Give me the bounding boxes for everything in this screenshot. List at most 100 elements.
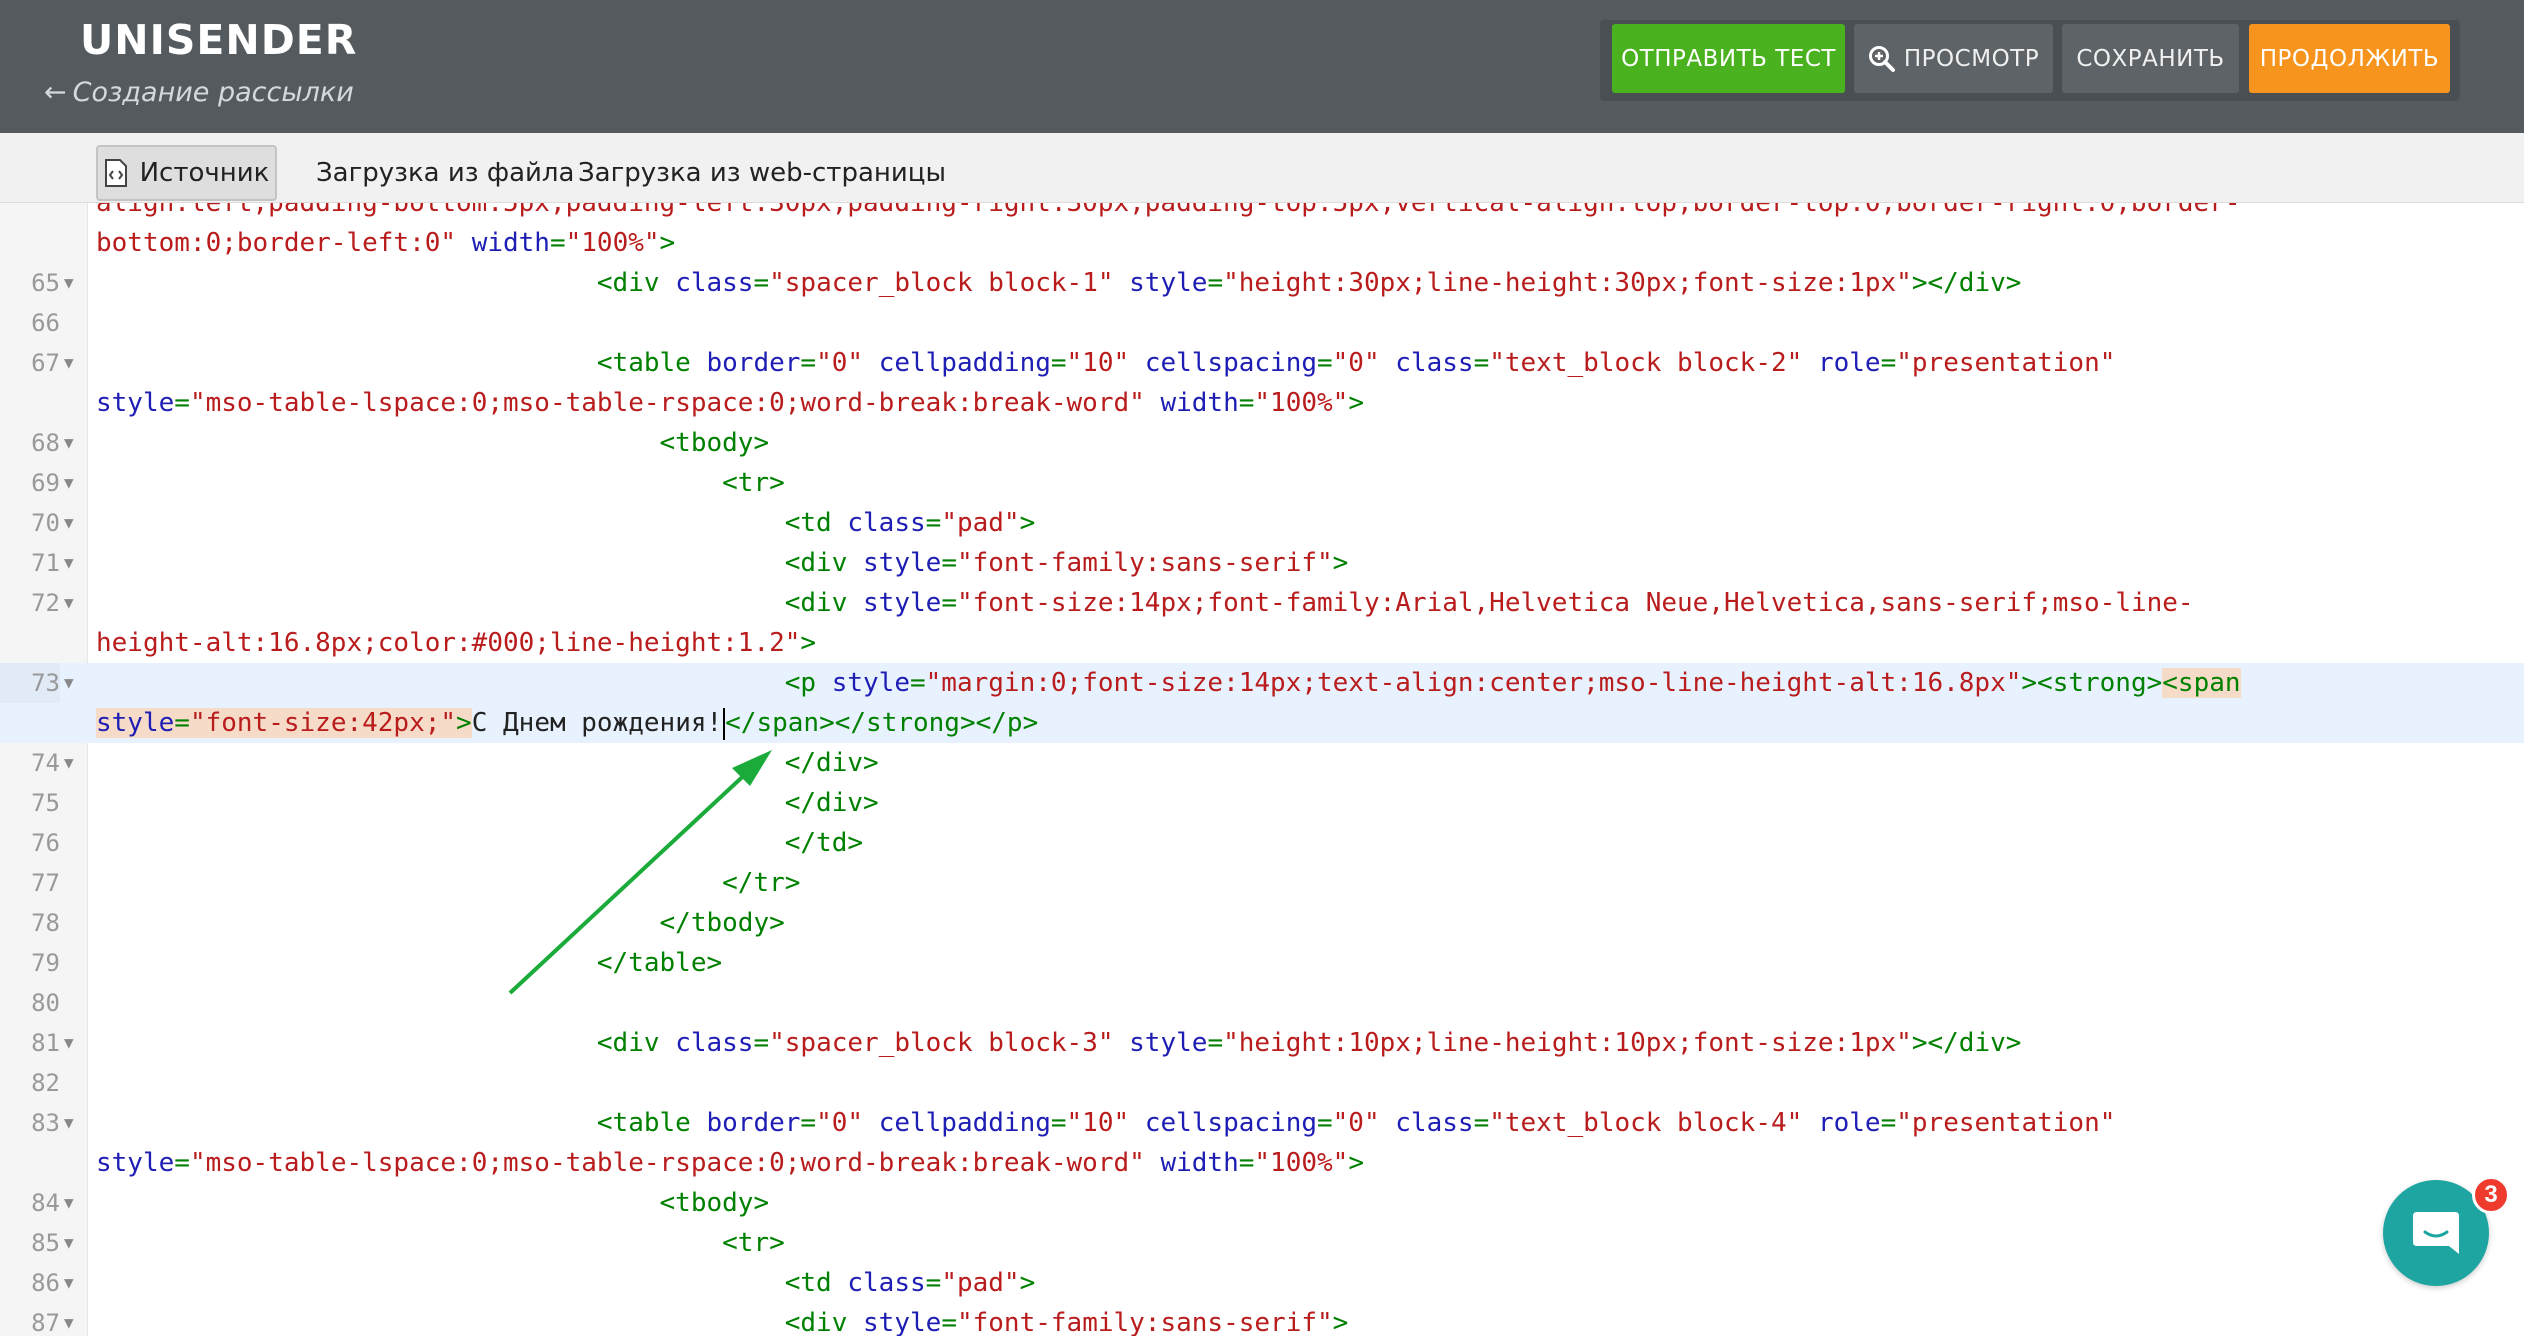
app-header: UNISENDER ← Создание рассылки ОТПРАВИТЬ Т… <box>0 0 2524 133</box>
line-number: 67 <box>31 349 60 377</box>
line-number: 86 <box>31 1269 60 1297</box>
code-line[interactable]: 83 ▼ <table border="0" cellpadding="10" c… <box>0 1103 2524 1143</box>
code-text: style="font-size:42px;">С Днем рождения!… <box>96 707 1039 740</box>
code-text: align:left;padding-bottom:5px;padding-le… <box>96 203 2241 218</box>
code-text: <table border="0" cellpadding="10" cells… <box>596 348 2116 378</box>
code-line[interactable]: 86 ▼ <td class="pad"> <box>0 1263 2524 1303</box>
fold-toggle-icon[interactable]: ▼ <box>64 663 74 703</box>
line-number: 73 <box>0 663 60 703</box>
code-text: style="mso-table-lspace:0;mso-table-rspa… <box>96 388 1364 418</box>
code-line[interactable]: 75 </div> <box>0 783 2524 823</box>
code-line[interactable]: 74 ▼ </div> <box>0 743 2524 783</box>
line-number: 80 <box>31 989 60 1017</box>
code-line[interactable]: 81 ▼ <div class="spacer_block block-3" st… <box>0 1023 2524 1063</box>
code-line[interactable]: 84 ▼ <tbody> <box>0 1183 2524 1223</box>
code-line[interactable]: style="mso-table-lspace:0;mso-table-rspa… <box>0 1143 2524 1183</box>
fold-toggle-icon[interactable]: ▼ <box>64 1023 74 1063</box>
fold-toggle-icon[interactable]: ▼ <box>64 1103 74 1143</box>
tab-source-label: Источник <box>139 158 270 188</box>
code-text: </td> <box>784 828 864 858</box>
code-line[interactable]: 78 </tbody> <box>0 903 2524 943</box>
line-number: 71 <box>31 549 60 577</box>
code-line[interactable]: style="font-size:42px;">С Днем рождения!… <box>0 703 2524 743</box>
fold-toggle-icon[interactable]: ▼ <box>64 263 74 303</box>
code-line[interactable]: 69 ▼ <tr> <box>0 463 2524 503</box>
code-text: bottom:0;border-left:0" width="100%"> <box>96 228 676 258</box>
code-line[interactable]: align:left;padding-bottom:5px;padding-le… <box>0 203 2524 223</box>
code-line[interactable]: 68 ▼ <tbody> <box>0 423 2524 463</box>
code-text: </table> <box>596 948 723 978</box>
code-line[interactable]: 72 ▼ <div style="font-size:14px;font-fami… <box>0 583 2524 623</box>
code-text: style="mso-table-lspace:0;mso-table-rspa… <box>96 1148 1364 1178</box>
code-line[interactable]: 67 ▼ <table border="0" cellpadding="10" c… <box>0 343 2524 383</box>
code-file-icon <box>104 159 127 187</box>
fold-toggle-icon[interactable]: ▼ <box>64 1303 74 1336</box>
code-line[interactable]: height-alt:16.8px;color:#000;line-height… <box>0 623 2524 663</box>
line-number: 82 <box>31 1069 60 1097</box>
code-line[interactable]: 79 </table> <box>0 943 2524 983</box>
code-line[interactable]: 71 ▼ <div style="font-family:sans-serif"> <box>0 543 2524 583</box>
fold-toggle-icon[interactable]: ▼ <box>64 343 74 383</box>
source-tabs: Источник Загрузка из файла Загрузка из w… <box>0 133 2524 203</box>
line-number: 65 <box>31 269 60 297</box>
action-button-group: ОТПРАВИТЬ ТЕСТ ПРОСМОТР СОХРАНИТЬ ПРОДОЛ… <box>1600 20 2460 101</box>
code-line[interactable]: 77 </tr> <box>0 863 2524 903</box>
code-line[interactable]: 82 <box>0 1063 2524 1103</box>
code-text: <div class="spacer_block block-3" style=… <box>596 1028 2022 1058</box>
code-text: </tr> <box>722 868 801 898</box>
fold-toggle-icon[interactable]: ▼ <box>64 503 74 543</box>
line-number: 83 <box>31 1109 60 1137</box>
code-text: height-alt:16.8px;color:#000;line-height… <box>96 628 817 658</box>
code-line[interactable]: 70 ▼ <td class="pad"> <box>0 503 2524 543</box>
code-text: <div style="font-family:sans-serif"> <box>784 548 1349 578</box>
code-text: <div style="font-family:sans-serif"> <box>784 1308 1349 1336</box>
fold-toggle-icon[interactable]: ▼ <box>64 1223 74 1263</box>
code-line[interactable]: 85 ▼ <tr> <box>0 1223 2524 1263</box>
preview-button[interactable]: ПРОСМОТР <box>1854 24 2053 93</box>
tab-load-from-web[interactable]: Загрузка из web-страницы <box>578 145 946 201</box>
line-number: 66 <box>31 309 60 337</box>
code-text: </div> <box>784 788 879 818</box>
code-line[interactable]: 73 ▼ <p style="margin:0;font-size:14px;te… <box>0 663 2524 703</box>
code-line[interactable]: 87 ▼ <div style="font-family:sans-serif"> <box>0 1303 2524 1336</box>
line-number: 85 <box>31 1229 60 1257</box>
code-line[interactable]: 80 <box>0 983 2524 1023</box>
line-number: 76 <box>31 829 60 857</box>
code-text: <table border="0" cellpadding="10" cells… <box>596 1108 2116 1138</box>
line-number: 84 <box>31 1189 60 1217</box>
code-line[interactable]: 66 <box>0 303 2524 343</box>
code-text: <tr> <box>722 468 785 498</box>
code-text: <td class="pad"> <box>784 1268 1036 1298</box>
fold-toggle-icon[interactable]: ▼ <box>64 743 74 783</box>
save-button[interactable]: СОХРАНИТЬ <box>2062 24 2239 93</box>
code-text: <div class="spacer_block block-1" style=… <box>596 268 2022 298</box>
code-line[interactable]: 76 </td> <box>0 823 2524 863</box>
fold-toggle-icon[interactable]: ▼ <box>64 423 74 463</box>
continue-button[interactable]: ПРОДОЛЖИТЬ <box>2249 24 2450 93</box>
unisender-logo[interactable]: UNISENDER <box>80 16 357 64</box>
code-lines[interactable]: align:left;padding-bottom:5px;padding-le… <box>0 203 2524 1336</box>
tab-load-from-file[interactable]: Загрузка из файла <box>316 145 574 201</box>
line-number: 69 <box>31 469 60 497</box>
line-number: 70 <box>31 509 60 537</box>
fold-toggle-icon[interactable]: ▼ <box>64 1183 74 1223</box>
code-text: <tbody> <box>659 428 770 458</box>
code-text: <td class="pad"> <box>784 508 1036 538</box>
line-number: 68 <box>31 429 60 457</box>
line-number: 78 <box>31 909 60 937</box>
code-line[interactable]: bottom:0;border-left:0" width="100%"> <box>0 223 2524 263</box>
back-link[interactable]: ← Создание рассылки <box>44 77 354 108</box>
line-number: 75 <box>31 789 60 817</box>
tab-source[interactable]: Источник <box>96 145 277 201</box>
fold-toggle-icon[interactable]: ▼ <box>64 583 74 623</box>
chat-bubble-icon <box>2413 1212 2459 1254</box>
fold-toggle-icon[interactable]: ▼ <box>64 543 74 583</box>
send-test-button[interactable]: ОТПРАВИТЬ ТЕСТ <box>1612 24 1845 93</box>
fold-toggle-icon[interactable]: ▼ <box>64 1263 74 1303</box>
code-text: <tbody> <box>659 1188 770 1218</box>
preview-button-label: ПРОСМОТР <box>1903 45 2040 72</box>
code-line[interactable]: 65 ▼ <div class="spacer_block block-1" st… <box>0 263 2524 303</box>
code-editor[interactable]: align:left;padding-bottom:5px;padding-le… <box>0 203 2524 1336</box>
code-line[interactable]: style="mso-table-lspace:0;mso-table-rspa… <box>0 383 2524 423</box>
fold-toggle-icon[interactable]: ▼ <box>64 463 74 503</box>
